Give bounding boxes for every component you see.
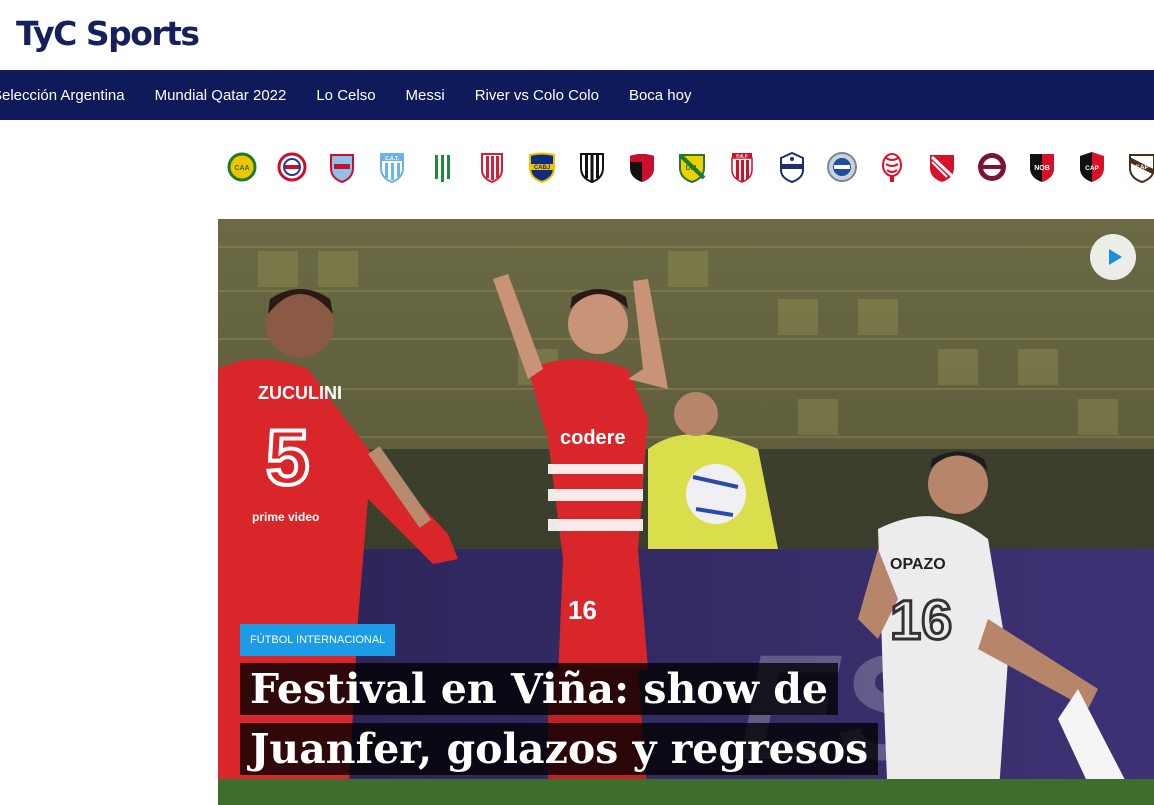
central-cordoba-crest-icon[interactable] <box>576 150 608 184</box>
play-icon <box>1108 249 1122 265</box>
svg-text:CABJ: CABJ <box>534 165 550 171</box>
nav-item-mundial-qatar[interactable]: Mundial Qatar 2022 <box>155 87 287 104</box>
svg-text:D.J.: D.J. <box>686 165 699 172</box>
svg-text:CAP: CAP <box>1135 164 1149 171</box>
site-header: TyC Sports <box>0 0 1154 70</box>
nav-item-messi[interactable]: Messi <box>406 87 445 104</box>
patronato-crest-icon[interactable]: CAP <box>1076 150 1108 184</box>
play-video-button[interactable] <box>1090 234 1136 280</box>
banfield-crest-icon[interactable] <box>426 150 458 184</box>
svg-text:prime video: prime video <box>252 510 319 524</box>
boca-crest-icon[interactable]: CABJ <box>526 150 558 184</box>
argentinos-crest-icon[interactable] <box>276 150 308 184</box>
aldosivi-crest-icon[interactable]: CAA <box>226 150 258 184</box>
nav-item-river-vs-colo-colo[interactable]: River vs Colo Colo <box>475 87 599 104</box>
svg-text:codere: codere <box>560 427 626 449</box>
godoy-cruz-crest-icon[interactable] <box>826 150 858 184</box>
newells-crest-icon[interactable]: NOB <box>1026 150 1058 184</box>
top-navigation: Selección Argentina Mundial Qatar 2022 L… <box>0 70 1154 120</box>
svg-text:NOB: NOB <box>1034 165 1050 172</box>
gimnasia-crest-icon[interactable] <box>776 150 808 184</box>
independiente-crest-icon[interactable] <box>926 150 958 184</box>
svg-text:CAP: CAP <box>1085 165 1099 172</box>
hero-article[interactable]: ES ZUCULINI 5 prime video codere 16 OPAZ… <box>218 219 1154 805</box>
lanus-crest-icon[interactable] <box>976 150 1008 184</box>
platense-crest-icon[interactable]: CAP <box>1126 150 1154 184</box>
nav-item-boca-hoy[interactable]: Boca hoy <box>629 87 692 104</box>
svg-text:C.A.T.: C.A.T. <box>385 156 400 162</box>
hero-headline-text[interactable]: Festival en Viña: show de Juanfer, golaz… <box>240 663 879 775</box>
svg-text:5: 5 <box>266 413 309 501</box>
svg-text:CAA: CAA <box>234 165 249 172</box>
estudiantes-crest-icon[interactable]: EdLP <box>726 150 758 184</box>
huracan-crest-icon[interactable] <box>876 150 908 184</box>
nav-items: Selección Argentina Mundial Qatar 2022 L… <box>0 70 721 120</box>
svg-text:ZUCULINI: ZUCULINI <box>258 383 342 403</box>
category-badge[interactable]: FÚTBOL INTERNACIONAL <box>240 624 396 656</box>
svg-text:OPAZO: OPAZO <box>890 556 946 573</box>
nav-item-lo-celso[interactable]: Lo Celso <box>316 87 375 104</box>
nav-item-seleccion-argentina[interactable]: Selección Argentina <box>0 87 125 104</box>
atletico-tucuman-crest-icon[interactable]: C.A.T. <box>376 150 408 184</box>
hero-headline[interactable]: Festival en Viña: show de Juanfer, golaz… <box>240 659 1000 779</box>
arsenal-crest-icon[interactable] <box>326 150 358 184</box>
svg-text:16: 16 <box>890 588 952 651</box>
svg-text:16: 16 <box>568 595 597 625</box>
teams-strip: CAA C.A.T. CABJ D.J. EdLP NOB CAP CAP <box>226 148 1154 188</box>
barracas-crest-icon[interactable] <box>476 150 508 184</box>
tyc-sports-logo[interactable]: TyC Sports <box>16 14 200 53</box>
colon-crest-icon[interactable] <box>626 150 658 184</box>
svg-text:EdLP: EdLP <box>736 154 748 159</box>
defensa-crest-icon[interactable]: D.J. <box>676 150 708 184</box>
